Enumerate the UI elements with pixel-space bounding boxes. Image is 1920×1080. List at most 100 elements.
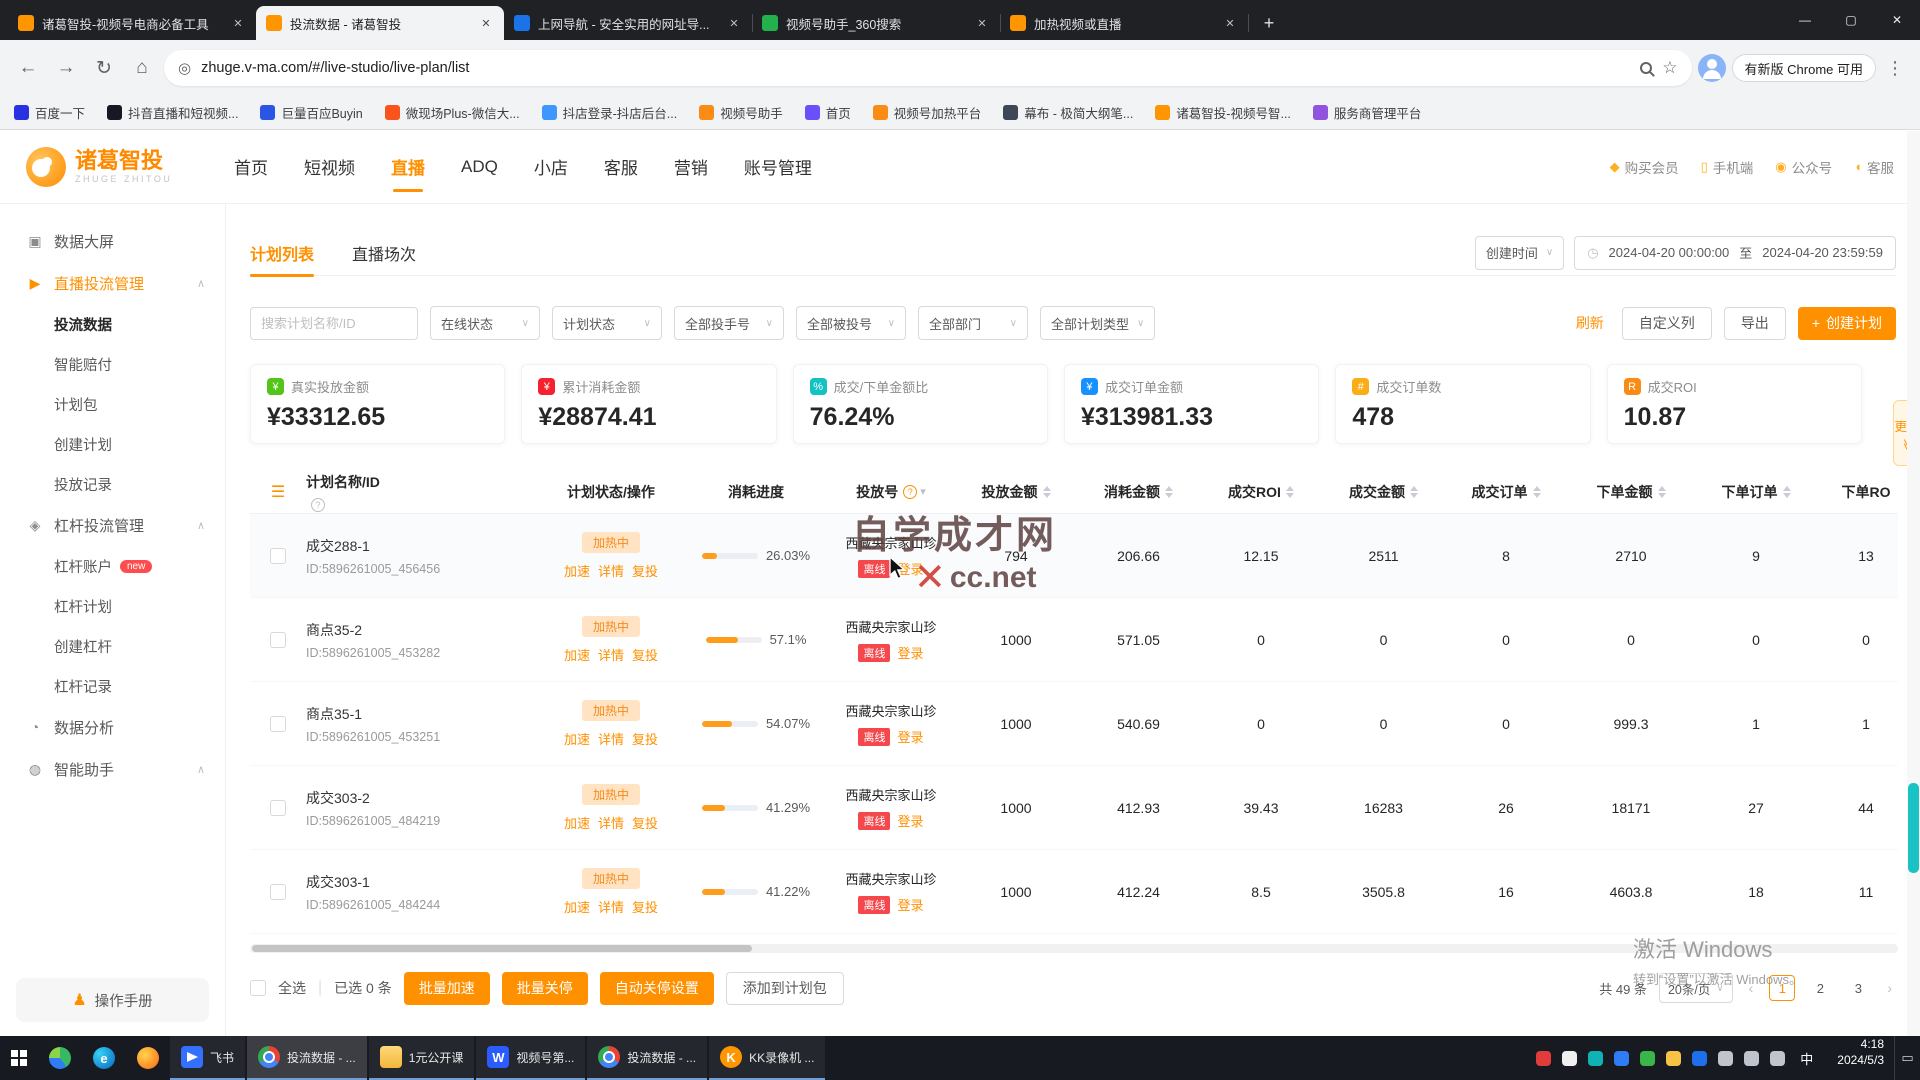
sidebar-group-lever-delivery[interactable]: ◈ 杠杆投流管理 ∧ bbox=[0, 504, 225, 546]
accelerate-link[interactable]: 加速 bbox=[564, 813, 590, 832]
batch-stop-button[interactable]: 批量关停 bbox=[502, 972, 588, 1005]
bookmark-item[interactable]: 微现场Plus-微信大... bbox=[385, 103, 520, 122]
select-all-checkbox[interactable] bbox=[250, 980, 266, 996]
profile-avatar[interactable] bbox=[1698, 54, 1726, 82]
bookmark-item[interactable]: 视频号助手 bbox=[699, 103, 783, 122]
taskbar-app-pinned[interactable] bbox=[38, 1036, 82, 1080]
bookmark-item[interactable]: 首页 bbox=[805, 103, 851, 122]
reinvest-link[interactable]: 复投 bbox=[632, 729, 658, 748]
browser-tab-active[interactable]: 投流数据 - 诸葛智投 ✕ bbox=[256, 6, 504, 40]
search-input[interactable] bbox=[250, 307, 418, 340]
address-bar[interactable]: ◎ zhuge.v-ma.com/#/live-studio/live-plan… bbox=[164, 50, 1692, 86]
row-checkbox[interactable] bbox=[270, 800, 286, 816]
detail-link[interactable]: 详情 bbox=[598, 645, 624, 664]
detail-link[interactable]: 详情 bbox=[598, 729, 624, 748]
site-info-icon[interactable]: ◎ bbox=[178, 59, 191, 77]
accelerate-link[interactable]: 加速 bbox=[564, 561, 590, 580]
sidebar-item-plan-package[interactable]: 计划包 bbox=[0, 384, 225, 424]
sort-icon[interactable] bbox=[1533, 486, 1541, 498]
login-link[interactable]: 登录 bbox=[897, 895, 923, 914]
customize-columns-button[interactable]: 自定义列 bbox=[1622, 307, 1712, 340]
plan-status-select[interactable]: 计划状态∨ bbox=[552, 306, 662, 340]
select-all-label[interactable]: 全选 bbox=[278, 978, 306, 998]
start-button[interactable] bbox=[0, 1036, 38, 1080]
accelerate-link[interactable]: 加速 bbox=[564, 729, 590, 748]
taskbar-app-chrome-active[interactable]: 投流数据 - ... bbox=[247, 1036, 367, 1080]
ime-indicator[interactable]: 中 bbox=[1796, 1049, 1817, 1068]
tab-close-icon[interactable]: ✕ bbox=[230, 17, 246, 30]
browser-tab[interactable]: 上网导航 - 安全实用的网址导... ✕ bbox=[504, 6, 752, 40]
page-button-3[interactable]: 3 bbox=[1845, 975, 1871, 1001]
page-button-2[interactable]: 2 bbox=[1807, 975, 1833, 1001]
row-checkbox[interactable] bbox=[270, 548, 286, 564]
login-link[interactable]: 登录 bbox=[897, 811, 923, 830]
filter-icon[interactable]: ▾ bbox=[920, 485, 926, 498]
taskbar-app-wps[interactable]: W视频号第... bbox=[476, 1036, 585, 1080]
reinvest-link[interactable]: 复投 bbox=[632, 897, 658, 916]
sidebar-group-smart-assistant[interactable]: ◍ 智能助手 ∧ bbox=[0, 748, 225, 790]
bookmark-item[interactable]: 巨量百应Buyin bbox=[260, 103, 362, 122]
sidebar-group-live-delivery[interactable]: ▶ 直播投流管理 ∧ bbox=[0, 262, 225, 304]
sidebar-item-create-plan[interactable]: 创建计划 bbox=[0, 424, 225, 464]
sidebar-item-data-screen[interactable]: ▣ 数据大屏 bbox=[0, 220, 225, 262]
scrollbar-thumb[interactable] bbox=[252, 945, 752, 952]
zoom-search-icon[interactable] bbox=[1640, 62, 1652, 74]
refresh-button[interactable]: 刷新 bbox=[1576, 313, 1604, 333]
info-icon[interactable]: ? bbox=[903, 485, 917, 499]
row-checkbox[interactable] bbox=[270, 884, 286, 900]
reinvest-link[interactable]: 复投 bbox=[632, 561, 658, 580]
sidebar-item-create-lever[interactable]: 创建杠杆 bbox=[0, 626, 225, 666]
nav-short-video[interactable]: 短视频 bbox=[304, 130, 355, 204]
auto-stop-settings-button[interactable]: 自动关停设置 bbox=[600, 972, 714, 1005]
create-plan-button[interactable]: +创建计划 bbox=[1798, 307, 1896, 340]
vertical-scrollbar[interactable] bbox=[1907, 131, 1920, 1036]
tab-close-icon[interactable]: ✕ bbox=[974, 17, 990, 30]
home-icon[interactable]: ⌂ bbox=[126, 52, 158, 84]
service-link[interactable]: ◖客服 bbox=[1854, 157, 1894, 177]
online-status-select[interactable]: 在线状态∨ bbox=[430, 306, 540, 340]
nav-live[interactable]: 直播 bbox=[391, 130, 425, 204]
browser-tab[interactable]: 加热视频或直播 ✕ bbox=[1000, 6, 1248, 40]
tray-icon[interactable] bbox=[1562, 1051, 1577, 1066]
bookmark-star-icon[interactable]: ☆ bbox=[1662, 58, 1677, 78]
table-row[interactable]: 商点35-2 ID:5896261005_453282 加热中 加速 详情 复投… bbox=[250, 598, 1898, 682]
sort-icon[interactable] bbox=[1783, 486, 1791, 498]
plan-type-select[interactable]: 全部计划类型∨ bbox=[1040, 306, 1155, 340]
taskbar-app-chrome-2[interactable]: 投流数据 - ... bbox=[587, 1036, 707, 1080]
tray-icon[interactable] bbox=[1718, 1051, 1733, 1066]
manual-button[interactable]: ♟ 操作手册 bbox=[16, 978, 209, 1022]
bookmark-item[interactable]: 视频号加热平台 bbox=[873, 103, 982, 122]
action-center-icon[interactable]: ▭ bbox=[1894, 1036, 1920, 1080]
bookmark-item[interactable]: 抖音直播和短视频... bbox=[107, 103, 238, 122]
close-button[interactable]: ✕ bbox=[1874, 0, 1920, 40]
tray-icon[interactable] bbox=[1770, 1051, 1785, 1066]
table-settings-icon[interactable]: ☰ bbox=[271, 482, 285, 502]
table-row[interactable]: 商点35-1 ID:5896261005_453251 加热中 加速 详情 复投… bbox=[250, 682, 1898, 766]
taskbar-app-folder[interactable]: 1元公开课 bbox=[369, 1036, 475, 1080]
login-link[interactable]: 登录 bbox=[897, 727, 923, 746]
batch-accelerate-button[interactable]: 批量加速 bbox=[404, 972, 490, 1005]
official-account-link[interactable]: ◉公众号 bbox=[1775, 157, 1832, 177]
department-select[interactable]: 全部部门∨ bbox=[918, 306, 1028, 340]
nav-adq[interactable]: ADQ bbox=[461, 130, 498, 204]
sort-icon[interactable] bbox=[1165, 486, 1173, 498]
bookmark-item[interactable]: 幕布 - 极简大纲笔... bbox=[1003, 103, 1133, 122]
detail-link[interactable]: 详情 bbox=[598, 897, 624, 916]
detail-link[interactable]: 详情 bbox=[598, 561, 624, 580]
bookmark-item[interactable]: 服务商管理平台 bbox=[1313, 103, 1422, 122]
browser-tab[interactable]: 诸葛智投-视频号电商必备工具 ✕ bbox=[8, 6, 256, 40]
taskbar-app-kk-recorder[interactable]: KKK录像机 ... bbox=[709, 1036, 825, 1080]
scrollbar-thumb[interactable] bbox=[1908, 783, 1919, 873]
sidebar-item-smart-compensation[interactable]: 智能赔付 bbox=[0, 344, 225, 384]
sidebar-item-lever-plan[interactable]: 杠杆计划 bbox=[0, 586, 225, 626]
buy-membership-link[interactable]: ◆购买会员 bbox=[1610, 157, 1679, 177]
tray-icon[interactable] bbox=[1666, 1051, 1681, 1066]
date-range-picker[interactable]: ◷ 2024-04-20 00:00:00 至 2024-04-20 23:59… bbox=[1574, 236, 1896, 270]
sidebar-item-delivery-data[interactable]: 投流数据 bbox=[0, 304, 225, 344]
tray-icon[interactable] bbox=[1536, 1051, 1551, 1066]
tab-close-icon[interactable]: ✕ bbox=[726, 17, 742, 30]
forward-icon[interactable]: → bbox=[50, 52, 82, 84]
next-page-icon[interactable]: › bbox=[1883, 980, 1896, 996]
tray-icon[interactable] bbox=[1640, 1051, 1655, 1066]
nav-home[interactable]: 首页 bbox=[234, 130, 268, 204]
